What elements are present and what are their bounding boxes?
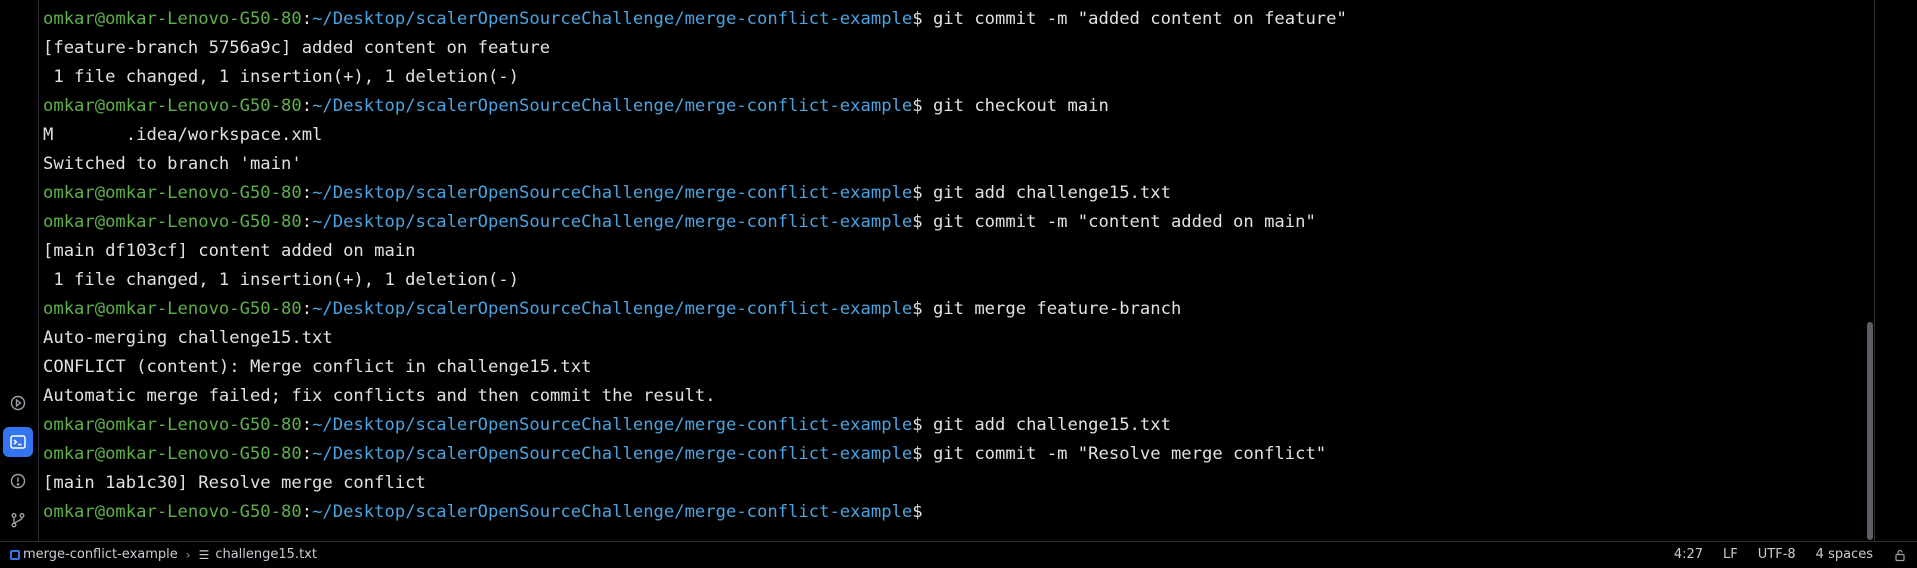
output-text: Automatic merge failed; fix conflicts an… xyxy=(43,386,716,406)
prompt-path: ~/Desktop/scalerOpenSourceChallenge/merg… xyxy=(312,415,913,435)
line-separator[interactable]: LF xyxy=(1723,547,1738,562)
terminal-output-line: M .idea/workspace.xml xyxy=(43,121,1863,150)
prompt-user: omkar@omkar-Lenovo-G50-80 xyxy=(43,9,302,29)
terminal-output-line: 1 file changed, 1 insertion(+), 1 deleti… xyxy=(43,266,1863,295)
prompt-path: ~/Desktop/scalerOpenSourceChallenge/merg… xyxy=(312,183,913,203)
terminal-output-line: Automatic merge failed; fix conflicts an… xyxy=(43,382,1863,411)
prompt-user: omkar@omkar-Lenovo-G50-80 xyxy=(43,415,302,435)
breadcrumb-project[interactable]: merge-conflict-example xyxy=(23,547,178,562)
prompt-user: omkar@omkar-Lenovo-G50-80 xyxy=(43,299,302,319)
prompt-user: omkar@omkar-Lenovo-G50-80 xyxy=(43,502,302,522)
prompt-colon: : xyxy=(301,502,313,522)
prompt-dollar: $ xyxy=(912,415,923,435)
terminal-icon[interactable] xyxy=(3,427,33,457)
indent-setting[interactable]: 4 spaces xyxy=(1816,547,1873,562)
prompt-colon: : xyxy=(301,415,313,435)
prompt-path: ~/Desktop/scalerOpenSourceChallenge/merg… xyxy=(312,299,913,319)
module-icon xyxy=(10,549,20,560)
prompt-colon: : xyxy=(301,299,313,319)
prompt-dollar: $ xyxy=(912,9,923,29)
output-text: Auto-merging challenge15.txt xyxy=(43,328,333,348)
command-text: git commit -m "added content on feature" xyxy=(922,9,1347,29)
prompt-dollar: $ xyxy=(912,96,923,116)
terminal-prompt-line: omkar@omkar-Lenovo-G50-80:~/Desktop/scal… xyxy=(43,92,1863,121)
prompt-dollar: $ xyxy=(912,444,923,464)
terminal-output-line: Switched to branch 'main' xyxy=(43,150,1863,179)
command-text: git merge feature-branch xyxy=(922,299,1182,319)
prompt-dollar: $ xyxy=(912,502,923,522)
command-text: git add challenge15.txt xyxy=(922,183,1171,203)
prompt-path: ~/Desktop/scalerOpenSourceChallenge/merg… xyxy=(312,96,913,116)
status-bar: merge-conflict-example › ☰ challenge15.t… xyxy=(0,541,1917,568)
prompt-path: ~/Desktop/scalerOpenSourceChallenge/merg… xyxy=(312,9,913,29)
prompt-path: ~/Desktop/scalerOpenSourceChallenge/merg… xyxy=(312,502,913,522)
terminal-output-line: [main df103cf] content added on main xyxy=(43,237,1863,266)
prompt-dollar: $ xyxy=(912,212,923,232)
caret-position[interactable]: 4:27 xyxy=(1674,547,1703,562)
output-text: M .idea/workspace.xml xyxy=(43,125,323,145)
scrollbar-thumb[interactable] xyxy=(1867,322,1873,540)
run-icon[interactable] xyxy=(3,388,33,418)
terminal-prompt-line: omkar@omkar-Lenovo-G50-80:~/Desktop/scal… xyxy=(43,208,1863,237)
command-text: git checkout main xyxy=(922,96,1109,116)
terminal-output-line: 1 file changed, 1 insertion(+), 1 deleti… xyxy=(43,63,1863,92)
prompt-colon: : xyxy=(301,212,313,232)
output-text: [main df103cf] content added on main xyxy=(43,241,416,261)
prompt-path: ~/Desktop/scalerOpenSourceChallenge/merg… xyxy=(312,444,913,464)
prompt-colon: : xyxy=(301,444,313,464)
divider xyxy=(1874,0,1875,541)
terminal-prompt-line: omkar@omkar-Lenovo-G50-80:~/Desktop/scal… xyxy=(43,179,1863,208)
chevron-right-icon: › xyxy=(185,547,191,562)
prompt-user: omkar@omkar-Lenovo-G50-80 xyxy=(43,183,302,203)
output-text: [feature-branch 5756a9c] added content o… xyxy=(43,38,551,58)
git-icon[interactable] xyxy=(3,505,33,535)
prompt-user: omkar@omkar-Lenovo-G50-80 xyxy=(43,96,302,116)
output-text: [main 1ab1c30] Resolve merge conflict xyxy=(43,473,426,493)
tool-window-strip xyxy=(0,0,39,541)
command-text: git commit -m "Resolve merge conflict" xyxy=(922,444,1327,464)
breadcrumb: merge-conflict-example › ☰ challenge15.t… xyxy=(10,547,317,562)
terminal-prompt-line: omkar@omkar-Lenovo-G50-80:~/Desktop/scal… xyxy=(43,5,1863,34)
lock-icon[interactable] xyxy=(1893,548,1907,562)
terminal-output-line: [feature-branch 5756a9c] added content o… xyxy=(43,34,1863,63)
output-text: CONFLICT (content): Merge conflict in ch… xyxy=(43,357,592,377)
terminal-output-line: CONFLICT (content): Merge conflict in ch… xyxy=(43,353,1863,382)
terminal-prompt-line: omkar@omkar-Lenovo-G50-80:~/Desktop/scal… xyxy=(43,411,1863,440)
output-text: Switched to branch 'main' xyxy=(43,154,302,174)
output-text: 1 file changed, 1 insertion(+), 1 deleti… xyxy=(43,270,519,290)
status-widgets: 4:27 LF UTF-8 4 spaces xyxy=(1654,547,1907,562)
breadcrumb-file[interactable]: challenge15.txt xyxy=(215,547,317,562)
problems-icon[interactable] xyxy=(3,466,33,496)
prompt-dollar: $ xyxy=(912,183,923,203)
prompt-path: ~/Desktop/scalerOpenSourceChallenge/merg… xyxy=(312,212,913,232)
terminal-prompt-line: omkar@omkar-Lenovo-G50-80:~/Desktop/scal… xyxy=(43,295,1863,324)
command-text: git add challenge15.txt xyxy=(922,415,1171,435)
prompt-colon: : xyxy=(301,9,313,29)
command-text: git commit -m "content added on main" xyxy=(922,212,1316,232)
prompt-dollar: $ xyxy=(912,299,923,319)
file-encoding[interactable]: UTF-8 xyxy=(1758,547,1796,562)
terminal-output-line: [main 1ab1c30] Resolve merge conflict xyxy=(43,469,1863,498)
terminal-prompt-line: omkar@omkar-Lenovo-G50-80:~/Desktop/scal… xyxy=(43,440,1863,469)
prompt-colon: : xyxy=(301,96,313,116)
terminal-prompt-line: omkar@omkar-Lenovo-G50-80:~/Desktop/scal… xyxy=(43,498,1863,527)
prompt-user: omkar@omkar-Lenovo-G50-80 xyxy=(43,444,302,464)
terminal-output-line: Auto-merging challenge15.txt xyxy=(43,324,1863,353)
output-text: 1 file changed, 1 insertion(+), 1 deleti… xyxy=(43,67,519,87)
text-file-icon: ☰ xyxy=(198,547,210,562)
terminal-output[interactable]: omkar@omkar-Lenovo-G50-80:~/Desktop/scal… xyxy=(43,5,1863,535)
prompt-colon: : xyxy=(301,183,313,203)
prompt-user: omkar@omkar-Lenovo-G50-80 xyxy=(43,212,302,232)
